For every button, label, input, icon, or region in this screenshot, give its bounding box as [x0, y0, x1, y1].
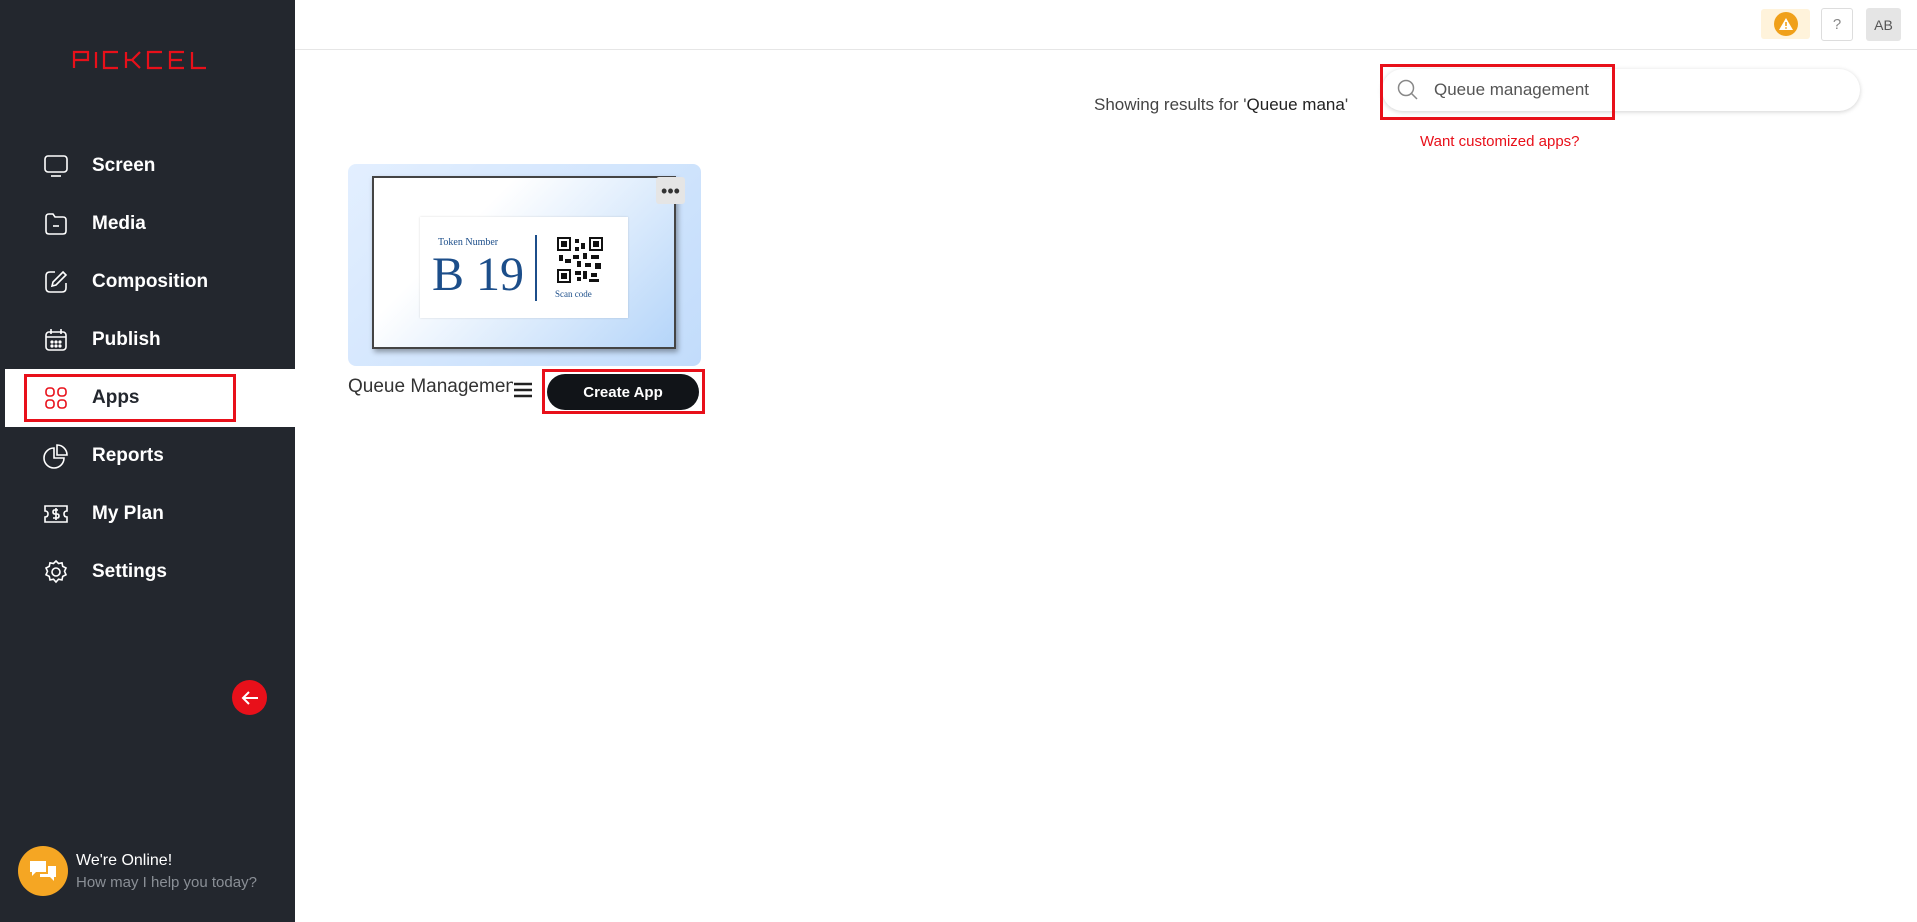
warning-icon	[1773, 12, 1798, 36]
search-results-label: Showing results for 'Queue mana'	[1094, 95, 1348, 115]
app-card-title: Queue Management	[348, 376, 513, 397]
sidebar-item-composition[interactable]: Composition	[0, 253, 295, 311]
monitor-icon	[42, 152, 70, 180]
sidebar: Screen Media Composition Publish Apps Re…	[0, 0, 295, 922]
arrow-left-icon	[241, 690, 258, 705]
sidebar-item-label: Media	[92, 213, 146, 234]
pickcel-logo[interactable]	[72, 48, 222, 70]
sidebar-item-my-plan[interactable]: My Plan	[0, 485, 295, 543]
highlight-box	[24, 374, 236, 422]
hamburger-menu-icon[interactable]	[512, 380, 534, 400]
more-options-button[interactable]: •••	[656, 177, 685, 204]
sidebar-item-reports[interactable]: Reports	[0, 427, 295, 485]
sidebar-item-label: Screen	[92, 155, 156, 176]
chat-icon	[18, 846, 68, 896]
highlight-box	[542, 369, 705, 414]
folder-icon	[42, 210, 70, 238]
edit-icon	[42, 268, 70, 296]
results-suffix: '	[1344, 95, 1349, 114]
top-bar	[295, 0, 1917, 50]
sidebar-nav: Screen Media Composition Publish Apps Re…	[0, 137, 295, 601]
sidebar-item-apps[interactable]: Apps	[5, 369, 295, 427]
sidebar-item-label: Settings	[92, 561, 167, 582]
avatar[interactable]: AB	[1866, 8, 1901, 41]
chat-subtitle: How may I help you today?	[76, 873, 257, 891]
help-button[interactable]: ?	[1821, 8, 1853, 41]
want-customized-apps-link[interactable]: Want customized apps?	[1420, 133, 1580, 150]
warning-button[interactable]	[1761, 9, 1810, 39]
highlight-box	[1380, 64, 1615, 120]
sidebar-item-label: My Plan	[92, 503, 164, 524]
gear-icon	[42, 558, 70, 586]
chat-title: We're Online!	[76, 851, 173, 869]
logo-wordmark	[72, 50, 206, 70]
sidebar-item-label: Composition	[92, 271, 209, 292]
pie-chart-icon	[42, 442, 70, 470]
sidebar-item-label: Publish	[92, 329, 161, 350]
dollar-ticket-icon	[42, 500, 70, 528]
token-preview: Token Number B 19 Scan code	[420, 217, 628, 318]
results-query: Queue mana	[1246, 95, 1345, 114]
sidebar-item-publish[interactable]: Publish	[0, 311, 295, 369]
results-prefix: Showing results for '	[1094, 95, 1247, 114]
sidebar-item-settings[interactable]: Settings	[0, 543, 295, 601]
sidebar-item-screen[interactable]: Screen	[0, 137, 295, 195]
scan-code-label: Scan code	[555, 289, 592, 299]
token-number: B 19	[432, 248, 525, 301]
divider	[535, 235, 537, 301]
calendar-icon	[42, 326, 70, 354]
sidebar-item-label: Reports	[92, 445, 164, 466]
qr-code-icon	[557, 237, 603, 283]
chat-widget[interactable]: We're Online! How may I help you today?	[18, 846, 257, 896]
sidebar-item-media[interactable]: Media	[0, 195, 295, 253]
collapse-sidebar-button[interactable]	[232, 680, 267, 715]
